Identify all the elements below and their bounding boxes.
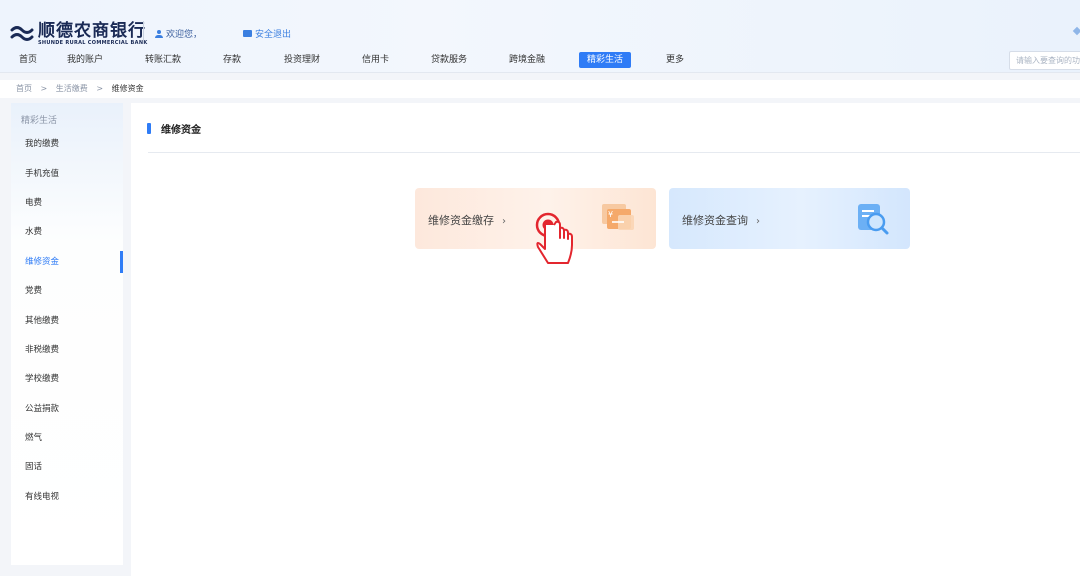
logout-link[interactable]: 安全退出	[243, 27, 291, 40]
nav-home[interactable]: 首页	[19, 52, 37, 68]
page-title: 维修资金	[161, 125, 201, 136]
top-header: 顺德农商银行 SHUNDE RURAL COMMERCIAL BANK 欢迎您，…	[0, 0, 1080, 73]
nav-cross-border[interactable]: 跨境金融	[509, 52, 545, 68]
chevron-right-icon: ›	[756, 216, 760, 227]
breadcrumb-sep: >	[40, 84, 48, 93]
top-right-icon[interactable]	[1072, 26, 1080, 36]
sidebar-item-party-fee[interactable]: 党费	[25, 284, 42, 298]
nav-transfer[interactable]: 转账汇款	[145, 52, 181, 68]
chevron-right-icon: ›	[502, 216, 506, 227]
welcome-label: 欢迎您，	[166, 30, 203, 40]
logout-icon	[243, 30, 252, 37]
bank-logo[interactable]: 顺德农商银行 SHUNDE RURAL COMMERCIAL BANK	[10, 20, 148, 48]
logo-text-en: SHUNDE RURAL COMMERCIAL BANK	[38, 39, 148, 46]
nav-investment[interactable]: 投资理财	[284, 52, 320, 68]
deposit-card-label: 维修资金缴存 ›	[428, 214, 506, 227]
maintenance-fund-query-card[interactable]: 维修资金查询 ›	[669, 188, 910, 249]
title-divider	[148, 152, 1080, 153]
nav-life-active[interactable]: 精彩生活	[579, 52, 632, 68]
svg-text:¥: ¥	[608, 210, 613, 219]
query-card-label: 维修资金查询 ›	[682, 214, 760, 227]
sidebar-title: 精彩生活	[21, 116, 58, 126]
main-nav: 首页 我的账户 转账汇款 存款 投资理财 信用卡 贷款服务 跨境金融 精彩生活 …	[0, 52, 1080, 68]
breadcrumb: 首页 > 生活缴费 > 维修资金	[0, 80, 1080, 98]
nav-credit-card[interactable]: 信用卡	[362, 52, 389, 68]
nav-more[interactable]: 更多	[666, 52, 684, 68]
sidebar-item-maintenance-fund[interactable]: 维修资金	[25, 255, 59, 269]
sidebar-active-indicator	[120, 251, 123, 273]
title-accent-bar	[147, 123, 151, 134]
sidebar-item-landline[interactable]: 固话	[25, 460, 42, 474]
header-divider	[143, 21, 144, 43]
nav-deposit[interactable]: 存款	[223, 52, 241, 68]
sidebar-item-cable-tv[interactable]: 有线电视	[25, 490, 59, 504]
sidebar-item-mobile-topup[interactable]: 手机充值	[25, 167, 59, 181]
breadcrumb-current: 维修资金	[111, 84, 144, 93]
breadcrumb-sep: >	[96, 84, 104, 93]
sidebar-item-electricity[interactable]: 电费	[25, 196, 42, 210]
sidebar-item-other[interactable]: 其他缴费	[25, 314, 59, 328]
sidebar: 精彩生活 我的缴费 手机充值 电费 水费 维修资金 党费 其他缴费 非税缴费 学…	[11, 103, 123, 565]
welcome-text: 欢迎您，	[155, 27, 202, 40]
sidebar-item-my-payments[interactable]: 我的缴费	[25, 137, 59, 151]
sidebar-item-donation[interactable]: 公益捐款	[25, 402, 59, 416]
search-input[interactable]: 请输入要查询的功能	[1009, 51, 1080, 70]
pointer-hand-icon	[535, 212, 573, 264]
logout-label: 安全退出	[255, 30, 292, 40]
sidebar-item-non-tax[interactable]: 非税缴费	[25, 343, 59, 357]
nav-loan[interactable]: 贷款服务	[431, 52, 467, 68]
document-search-icon	[858, 204, 889, 235]
sidebar-item-school[interactable]: 学校缴费	[25, 372, 59, 386]
breadcrumb-life-payment[interactable]: 生活缴费	[56, 84, 88, 93]
bank-logo-icon	[10, 26, 34, 41]
breadcrumb-home[interactable]: 首页	[16, 84, 32, 93]
yuan-card-icon: ¥	[602, 204, 634, 230]
nav-my-account[interactable]: 我的账户	[67, 52, 103, 68]
sidebar-item-water[interactable]: 水费	[25, 225, 42, 239]
main-content: 维修资金 维修资金缴存 › ¥ 维修资金查询 ›	[131, 103, 1080, 576]
sidebar-item-gas[interactable]: 燃气	[25, 431, 42, 445]
logo-text-cn: 顺德农商银行	[38, 20, 146, 41]
user-icon	[155, 29, 163, 38]
